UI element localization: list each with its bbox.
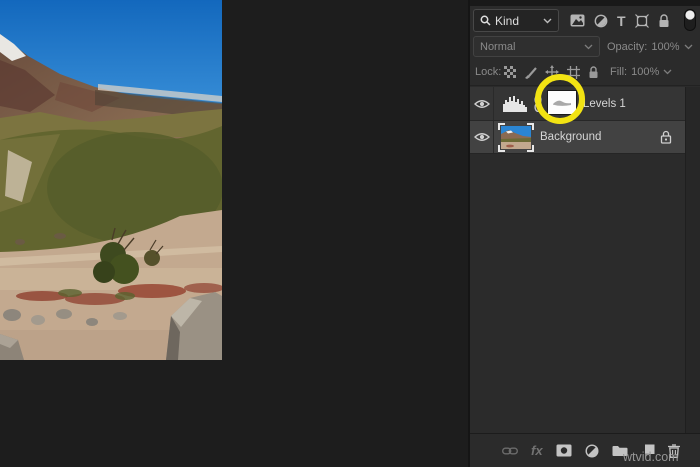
watermark: wtvid.com	[623, 450, 679, 464]
filter-kind-dropdown[interactable]: Kind	[473, 9, 559, 32]
layer-thumbnail[interactable]	[498, 123, 534, 152]
blend-mode-value: Normal	[480, 41, 584, 53]
visibility-toggle[interactable]	[470, 87, 494, 120]
filter-toggle[interactable]	[684, 9, 696, 31]
opacity-value[interactable]: 100%	[651, 41, 679, 53]
link-layers-icon[interactable]	[502, 446, 518, 456]
levels-adjustment-icon[interactable]	[503, 95, 527, 117]
lock-pixels-icon[interactable]	[524, 66, 537, 79]
lock-label: Lock:	[475, 66, 501, 78]
fill-value[interactable]: 100%	[631, 66, 659, 78]
filter-kind-label: Kind	[495, 14, 539, 28]
opacity-label: Opacity:	[607, 41, 647, 53]
photoshop-workspace: Kind	[0, 0, 700, 467]
blend-mode-dropdown[interactable]: Normal	[473, 36, 600, 57]
chevron-down-icon	[543, 18, 552, 24]
add-layer-mask-icon[interactable]	[556, 444, 572, 457]
layer-name[interactable]: Background	[540, 121, 601, 153]
fill-label: Fill:	[610, 66, 627, 78]
document-canvas[interactable]	[0, 0, 468, 467]
layer-filter-bar: Kind	[470, 6, 700, 35]
layer-row-background[interactable]: Background	[470, 120, 685, 153]
lock-transparency-icon[interactable]	[504, 66, 516, 78]
chevron-down-icon	[584, 44, 593, 50]
panel-scrollbar-gutter[interactable]	[685, 87, 700, 433]
lock-bar: Lock:	[470, 60, 700, 84]
layer-name[interactable]: Levels 1	[583, 87, 626, 120]
thumbnail-frame-corner	[498, 145, 505, 152]
adjustment-layer-filter-icon[interactable]	[594, 14, 608, 28]
landscape-photo	[0, 0, 222, 360]
chevron-down-icon[interactable]	[663, 69, 672, 75]
eye-icon	[474, 99, 490, 109]
new-adjustment-layer-icon[interactable]	[585, 444, 599, 458]
lock-all-icon[interactable]	[588, 66, 599, 79]
lock-position-icon[interactable]	[545, 65, 559, 79]
layer-row-levels-1[interactable]: Levels 1	[470, 87, 685, 120]
thumbnail-frame-corner	[527, 123, 534, 130]
search-icon	[480, 15, 491, 26]
layer-mask-thumbnail[interactable]	[547, 90, 577, 115]
layers-panel: Kind	[470, 0, 700, 467]
eye-icon	[474, 132, 490, 142]
smart-object-filter-icon[interactable]	[658, 14, 670, 28]
chevron-down-icon[interactable]	[684, 44, 693, 50]
layer-lock-icon[interactable]	[660, 130, 672, 149]
layer-style-icon[interactable]: fx	[531, 443, 543, 458]
type-layer-filter-icon[interactable]: T	[617, 14, 626, 28]
thumbnail-frame-corner	[527, 145, 534, 152]
shape-layer-filter-icon[interactable]	[635, 14, 649, 28]
mask-link-icon[interactable]	[534, 95, 542, 117]
lock-artboard-icon[interactable]	[567, 66, 580, 79]
blend-bar: Normal Opacity: 100%	[470, 35, 700, 59]
header-separator	[470, 85, 700, 86]
pixel-layer-filter-icon[interactable]	[570, 14, 585, 27]
layers-list: Levels 1	[470, 87, 685, 154]
thumbnail-frame-corner	[498, 123, 505, 130]
visibility-toggle[interactable]	[470, 121, 494, 153]
